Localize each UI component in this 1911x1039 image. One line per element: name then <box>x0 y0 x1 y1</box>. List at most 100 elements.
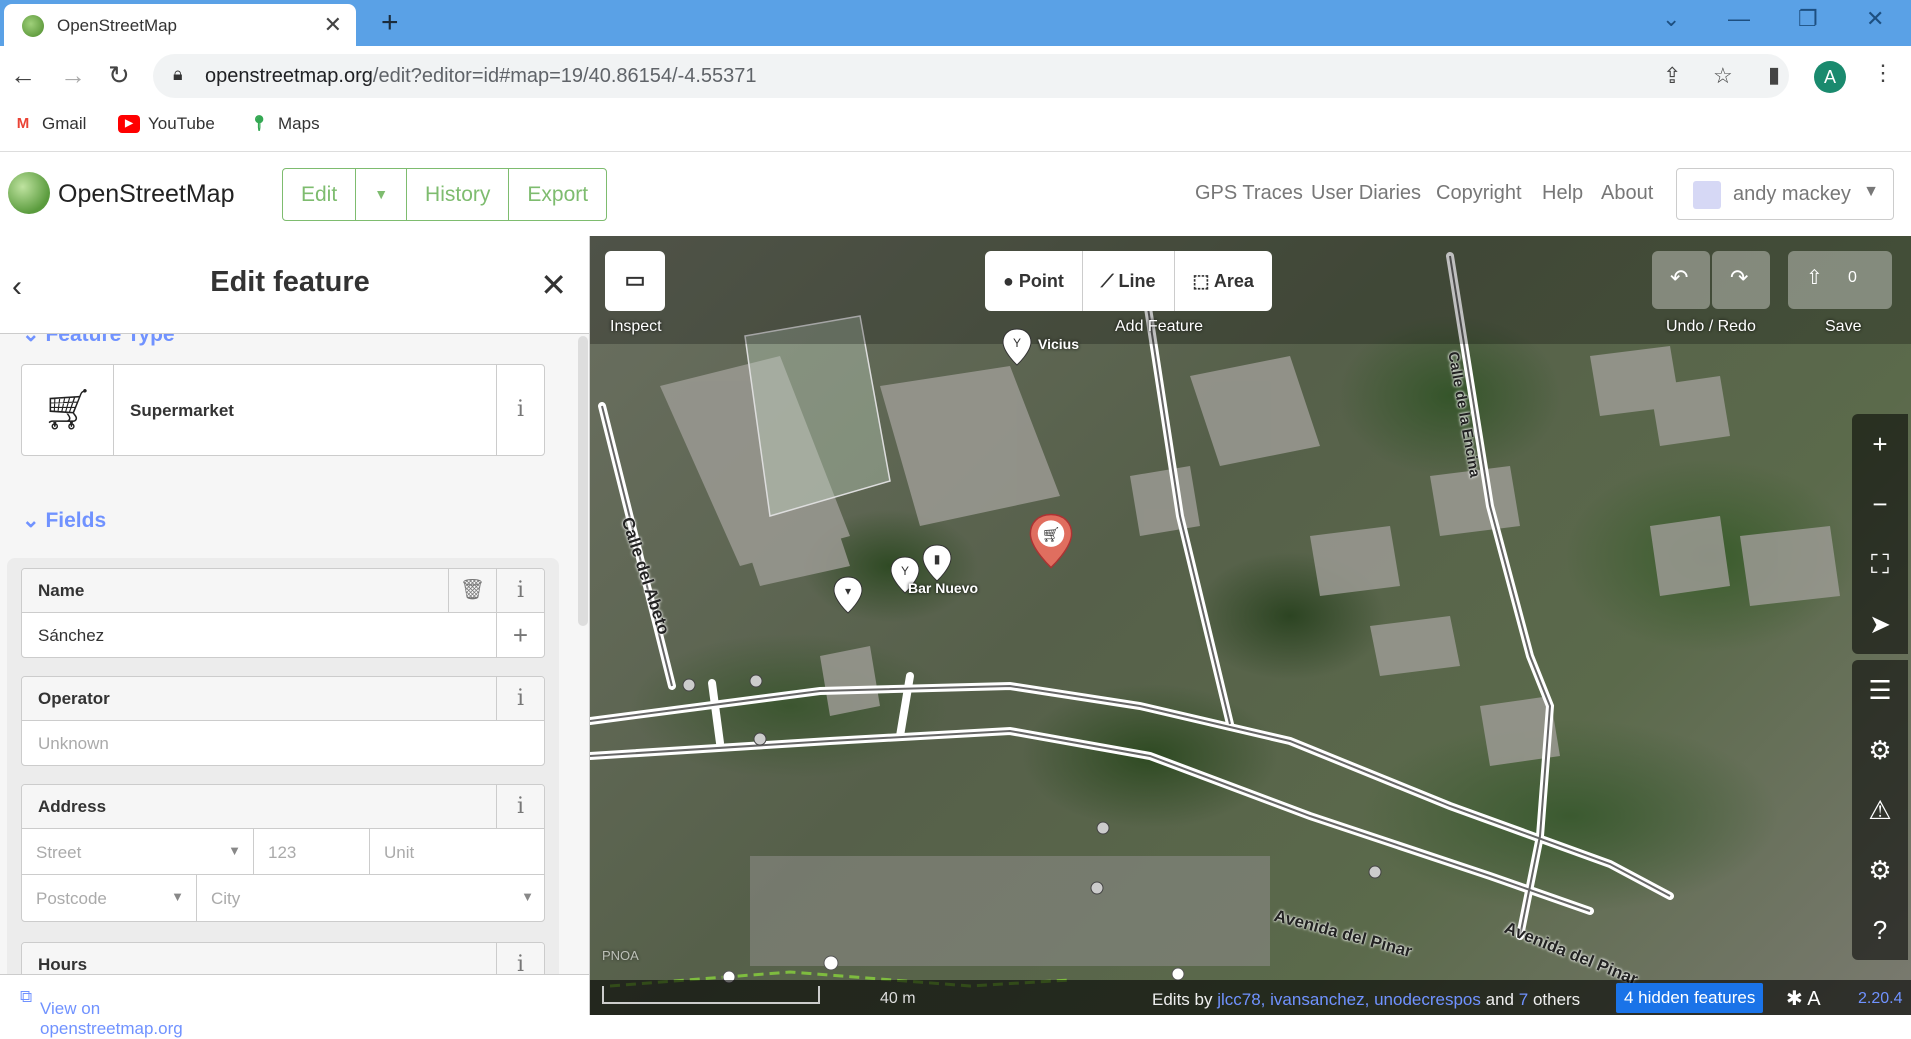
street-combo[interactable]: Street ▼ <box>22 829 254 875</box>
bookmark-gmail[interactable]: M Gmail <box>12 114 87 134</box>
sidebar-scrollbar[interactable] <box>578 336 588 626</box>
nav-about[interactable]: About <box>1601 182 1653 205</box>
maps-icon: 📍︎ <box>249 115 269 132</box>
pub-poi-pin-icon[interactable]: ▮ <box>922 544 952 582</box>
name-info-icon[interactable]: i <box>496 569 544 612</box>
help-icon[interactable]: ? <box>1852 900 1908 960</box>
background-layers-icon[interactable]: ☰ <box>1852 660 1908 720</box>
share-icon[interactable]: ⇪ <box>1663 63 1681 89</box>
window-close-icon[interactable]: ✕ <box>1866 6 1884 32</box>
view-on-osm-link[interactable]: ⧉ View on openstreetmap.org <box>20 987 183 1038</box>
version-label[interactable]: 2.20.4 <box>1858 990 1902 1008</box>
edit-button-group: Edit ▼ History Export <box>282 168 608 221</box>
postcode-combo[interactable]: Postcode ▼ <box>22 875 197 921</box>
profile-avatar[interactable]: A <box>1814 61 1846 93</box>
reload-icon[interactable]: ↻ <box>108 60 130 91</box>
map-roads-layer <box>590 252 1840 988</box>
new-tab-button[interactable]: + <box>381 6 399 40</box>
osm-site-name[interactable]: OpenStreetMap <box>58 180 235 209</box>
add-feature-label: Add Feature <box>1115 318 1204 335</box>
browser-menu-icon[interactable]: ⋮ <box>1872 60 1894 86</box>
poi-label-vicius[interactable]: Vicius <box>1038 336 1079 352</box>
unit-input[interactable]: Unit <box>370 829 544 875</box>
others-count-link[interactable]: 7 <box>1519 990 1528 1009</box>
back-icon[interactable]: ← <box>10 60 36 91</box>
hours-field: Hours i <box>21 942 545 974</box>
imagery-badge: PNOA <box>602 948 639 963</box>
feature-type-header[interactable]: ⌄ Feature Type <box>22 334 175 347</box>
save-button[interactable]: ⇧ 0 <box>1788 251 1892 309</box>
name-input[interactable]: Sánchez <box>38 626 104 646</box>
hours-info-icon[interactable]: i <box>496 943 544 974</box>
nav-copyright[interactable]: Copyright <box>1436 182 1522 205</box>
url-text[interactable]: openstreetmap.org/edit?editor=id#map=19/… <box>205 65 757 88</box>
tab-close-icon[interactable]: ✕ <box>324 12 342 38</box>
ice-cream-poi-pin-icon[interactable]: ▾ <box>833 576 863 614</box>
address-bar[interactable]: 🔒︎ openstreetmap.org/edit?editor=id#map=… <box>153 54 1789 98</box>
lock-icon[interactable]: 🔒︎ <box>173 64 183 85</box>
preferences-icon[interactable]: ⚙ <box>1852 840 1908 900</box>
name-field-label: Name <box>38 581 85 600</box>
address-info-icon[interactable]: i <box>496 785 544 828</box>
tab-search-icon[interactable]: ⌄ <box>1662 6 1680 32</box>
bookmark-star-icon[interactable]: ☆ <box>1713 63 1733 89</box>
bookmark-youtube[interactable]: ▶ YouTube <box>118 114 215 134</box>
bar-poi-pin-icon[interactable]: Y <box>1002 328 1032 366</box>
side-panel-icon[interactable]: ▮ <box>1768 62 1780 88</box>
chevron-down-icon: ▼ <box>1863 183 1879 200</box>
inspector-toggle-icon[interactable]: ▭ <box>605 251 665 311</box>
add-area-button[interactable]: ⬚ Area <box>1175 251 1272 311</box>
add-point-button[interactable]: ● Point <box>985 251 1083 311</box>
fields-header[interactable]: ⌄ Fields <box>22 508 106 533</box>
zoom-to-selection-icon[interactable]: ⛶ <box>1852 534 1908 594</box>
redo-button[interactable]: ↷ <box>1712 251 1770 309</box>
housenumber-input[interactable]: 123 <box>254 829 370 875</box>
restore-icon[interactable]: ❐ <box>1798 6 1818 32</box>
scale-bar[interactable] <box>602 986 820 1004</box>
edit-button[interactable]: Edit <box>283 169 357 220</box>
map-canvas[interactable]: ▭ Inspect ● Point ⟋ Line ⬚ Area Add Feat… <box>590 236 1911 1015</box>
operator-input[interactable]: Unknown <box>38 734 109 754</box>
trash-icon[interactable]: 🗑︎ <box>448 569 496 612</box>
preset-selector[interactable]: 🛒︎ Supermarket i <box>21 364 545 456</box>
redo-icon: ↷ <box>1730 265 1749 290</box>
undo-button[interactable]: ↶ <box>1652 251 1710 309</box>
zoom-out-icon[interactable]: − <box>1852 474 1908 534</box>
nav-help[interactable]: Help <box>1542 182 1583 205</box>
minimize-icon[interactable]: — <box>1728 6 1750 32</box>
map-data-icon[interactable]: ⚙ <box>1852 720 1908 780</box>
contributors-link[interactable]: jlcc78, ivansanchez, unodecrespos <box>1217 990 1481 1009</box>
add-line-button[interactable]: ⟋ Line <box>1083 251 1175 311</box>
svg-text:🛒︎: 🛒︎ <box>1042 527 1061 544</box>
issues-icon[interactable]: ⚠ <box>1852 780 1908 840</box>
nav-user-diaries[interactable]: User Diaries <box>1311 182 1421 205</box>
operator-info-icon[interactable]: i <box>496 677 544 720</box>
bookmark-maps[interactable]: 📍︎ Maps <box>248 114 319 134</box>
osm-logo-icon[interactable] <box>8 172 50 214</box>
operator-field: Operator i Unknown <box>21 676 545 766</box>
add-localized-name-icon[interactable]: + <box>496 613 544 657</box>
hidden-features-badge[interactable]: 4 hidden features <box>1616 983 1764 1013</box>
geolocate-icon[interactable]: ➤ <box>1852 594 1908 654</box>
attribution-edits: Edits by jlcc78, ivansanchez, unodecresp… <box>1152 990 1581 1009</box>
nav-gps-traces[interactable]: GPS Traces <box>1195 182 1303 205</box>
report-bug-icon[interactable]: ✱ A <box>1786 986 1821 1011</box>
poi-label-bar-nuevo[interactable]: Bar Nuevo <box>908 580 978 596</box>
user-menu[interactable]: andy mackey ▼ <box>1676 168 1894 220</box>
preset-info-icon[interactable]: i <box>496 365 544 455</box>
selected-supermarket-pin-icon[interactable]: 🛒︎ <box>1028 513 1074 569</box>
edit-dropdown-button[interactable]: ▼ <box>356 169 408 220</box>
map-controls-panes: ☰ ⚙ ⚠ ⚙ ? <box>1852 660 1908 960</box>
svg-text:Y: Y <box>1013 336 1021 350</box>
chevron-down-icon: ▼ <box>171 889 184 904</box>
zoom-in-icon[interactable]: + <box>1852 414 1908 474</box>
browser-tab[interactable]: OpenStreetMap ✕ <box>4 4 356 46</box>
history-button[interactable]: History <box>407 169 510 220</box>
city-combo[interactable]: City ▼ <box>197 875 544 921</box>
map-controls-zoom: + − ⛶ ➤ <box>1852 414 1908 654</box>
address-field-label: Address <box>38 797 107 816</box>
close-inspector-icon[interactable]: ✕ <box>540 266 567 304</box>
export-button[interactable]: Export <box>509 169 606 220</box>
forward-icon[interactable]: → <box>60 60 86 91</box>
save-count: 0 <box>1848 269 1857 286</box>
